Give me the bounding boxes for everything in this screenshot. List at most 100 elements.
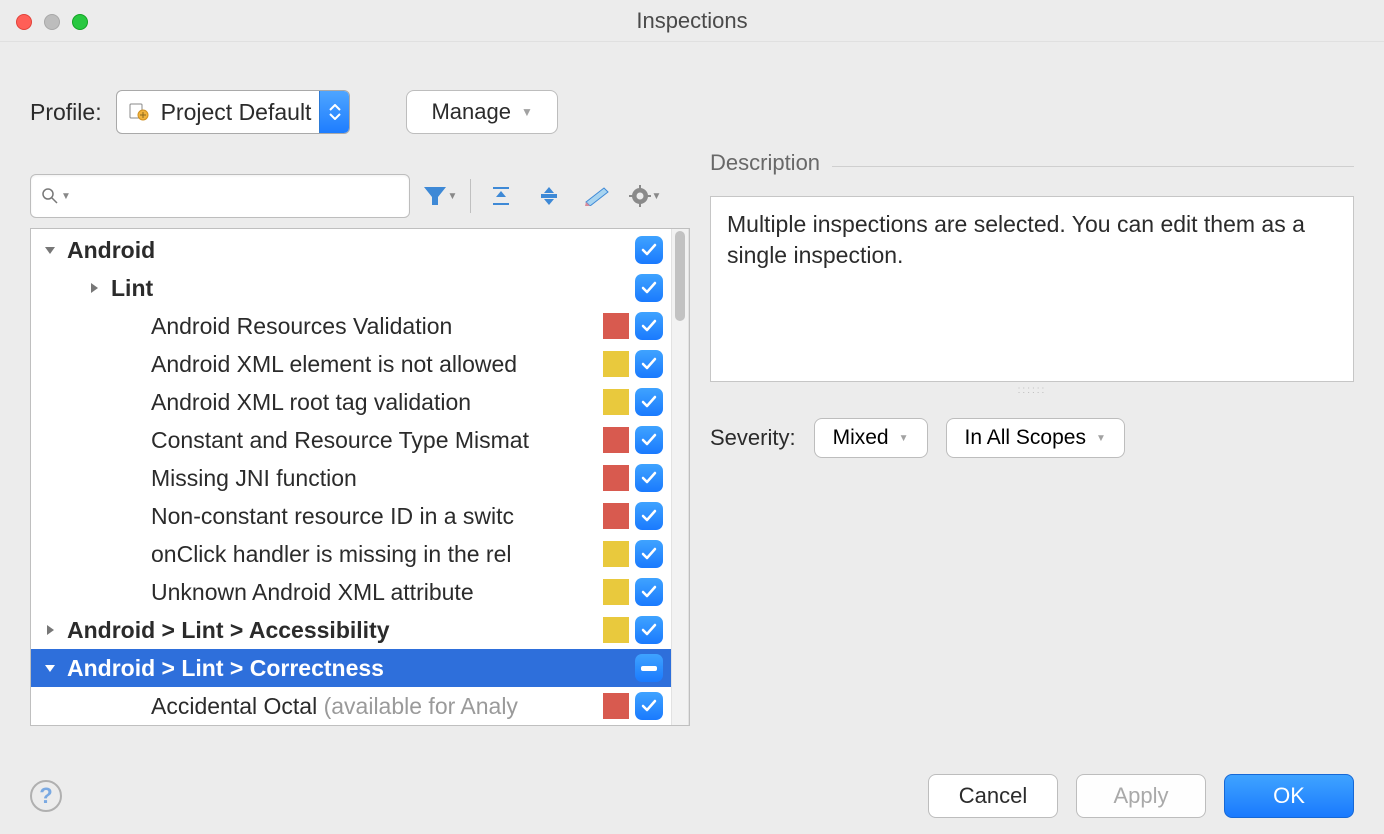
titlebar: Inspections <box>0 0 1384 42</box>
disclosure-icon[interactable] <box>85 279 103 297</box>
manage-label: Manage <box>431 99 511 125</box>
severity-swatch <box>603 579 629 605</box>
severity-swatch <box>603 465 629 491</box>
severity-label: Severity: <box>710 425 796 451</box>
disclosure-icon[interactable] <box>125 545 143 563</box>
expand-all-icon[interactable] <box>483 178 519 214</box>
severity-select[interactable]: Mixed ▼ <box>814 418 928 458</box>
checkbox[interactable] <box>635 692 663 720</box>
cancel-button[interactable]: Cancel <box>928 774 1058 818</box>
checkbox[interactable] <box>635 236 663 264</box>
tree-item-label: onClick handler is missing in the rel <box>151 541 603 568</box>
severity-swatch <box>603 693 629 719</box>
severity-swatch <box>603 617 629 643</box>
window-title: Inspections <box>0 8 1384 34</box>
checkbox[interactable] <box>635 616 663 644</box>
inspection-tree: Android Lint Android Resources Validation A… <box>30 228 690 726</box>
tree-row[interactable]: Unknown Android XML attribute <box>31 573 671 611</box>
help-button[interactable]: ? <box>30 780 62 812</box>
search-input[interactable] <box>77 185 399 208</box>
disclosure-icon[interactable] <box>41 659 59 677</box>
tree-item-label: Android Resources Validation <box>151 313 603 340</box>
tree-item-label: Constant and Resource Type Mismat <box>151 427 603 454</box>
tree-item-label: Android XML element is not allowed <box>151 351 603 378</box>
disclosure-icon[interactable] <box>41 621 59 639</box>
tree-row[interactable]: Android > Lint > Correctness <box>31 649 671 687</box>
disclosure-icon[interactable] <box>125 507 143 525</box>
profile-icon <box>125 100 153 124</box>
search-input-wrap[interactable]: ▼ <box>30 174 410 218</box>
severity-swatch <box>603 541 629 567</box>
filter-icon[interactable]: ▼ <box>422 178 458 214</box>
resize-handle[interactable]: :::::: <box>710 382 1354 398</box>
severity-value: Mixed <box>833 426 889 450</box>
manage-button[interactable]: Manage ▼ <box>406 90 557 134</box>
profile-label: Profile: <box>30 99 102 126</box>
scrollbar[interactable] <box>671 229 689 725</box>
tree-row[interactable]: Android > Lint > Accessibility <box>31 611 671 649</box>
search-history-chevron-icon[interactable]: ▼ <box>61 191 71 202</box>
toolbar-separator <box>470 179 471 213</box>
severity-swatch <box>603 389 629 415</box>
checkbox[interactable] <box>635 388 663 416</box>
scope-value: In All Scopes <box>965 426 1086 450</box>
checkbox[interactable] <box>635 350 663 378</box>
disclosure-icon[interactable] <box>125 355 143 373</box>
disclosure-icon[interactable] <box>125 697 143 715</box>
chevron-down-icon: ▼ <box>521 105 533 119</box>
checkbox[interactable] <box>635 464 663 492</box>
description-label: Description <box>710 150 820 176</box>
tree-item-label: Android > Lint > Correctness <box>67 655 635 682</box>
checkbox[interactable] <box>635 426 663 454</box>
checkbox[interactable] <box>635 502 663 530</box>
collapse-all-icon[interactable] <box>531 178 567 214</box>
tree-row[interactable]: Android <box>31 231 671 269</box>
severity-swatch <box>603 503 629 529</box>
checkbox[interactable] <box>635 312 663 340</box>
disclosure-icon[interactable] <box>125 469 143 487</box>
tree-item-label: Unknown Android XML attribute <box>151 579 603 606</box>
scope-select[interactable]: In All Scopes ▼ <box>946 418 1125 458</box>
severity-swatch <box>603 427 629 453</box>
tree-item-label: Accidental Octal (available for Analy <box>151 693 603 720</box>
gear-icon[interactable]: ▼ <box>627 178 663 214</box>
apply-button[interactable]: Apply <box>1076 774 1206 818</box>
divider <box>832 166 1354 167</box>
profile-stepper-icon[interactable] <box>319 91 349 133</box>
checkbox[interactable] <box>635 578 663 606</box>
ok-button[interactable]: OK <box>1224 774 1354 818</box>
severity-swatch <box>603 313 629 339</box>
help-icon: ? <box>39 783 52 809</box>
tree-row[interactable]: Accidental Octal (available for Analy <box>31 687 671 725</box>
checkbox[interactable] <box>635 274 663 302</box>
tree-row[interactable]: Android XML root tag validation <box>31 383 671 421</box>
tree-row[interactable]: onClick handler is missing in the rel <box>31 535 671 573</box>
disclosure-icon[interactable] <box>125 393 143 411</box>
tree-row[interactable]: Android Resources Validation <box>31 307 671 345</box>
tree-row[interactable]: Lint <box>31 269 671 307</box>
tree-item-label: Missing JNI function <box>151 465 603 492</box>
disclosure-icon[interactable] <box>125 431 143 449</box>
tree-item-label: Android <box>67 237 635 264</box>
search-icon <box>41 187 59 205</box>
profile-value: Project Default <box>153 99 320 126</box>
tree-row[interactable]: Constant and Resource Type Mismat <box>31 421 671 459</box>
tree-item-label: Android > Lint > Accessibility <box>67 617 603 644</box>
disclosure-icon[interactable] <box>41 241 59 259</box>
disclosure-icon[interactable] <box>125 317 143 335</box>
tree-row[interactable]: Android XML element is not allowed <box>31 345 671 383</box>
profile-select[interactable]: Project Default <box>116 90 351 134</box>
tree-item-label: Lint <box>111 275 635 302</box>
checkbox[interactable] <box>635 540 663 568</box>
severity-swatch <box>603 351 629 377</box>
disclosure-icon[interactable] <box>125 583 143 601</box>
scrollbar-thumb[interactable] <box>675 231 685 321</box>
tree-item-label: Android XML root tag validation <box>151 389 603 416</box>
reset-icon[interactable] <box>579 178 615 214</box>
tree-item-label: Non-constant resource ID in a switc <box>151 503 603 530</box>
chevron-down-icon: ▼ <box>899 433 909 444</box>
checkbox[interactable] <box>635 654 663 682</box>
tree-toolbar: ▼ ▼ ▼ <box>30 174 690 218</box>
tree-row[interactable]: Missing JNI function <box>31 459 671 497</box>
tree-row[interactable]: Non-constant resource ID in a switc <box>31 497 671 535</box>
